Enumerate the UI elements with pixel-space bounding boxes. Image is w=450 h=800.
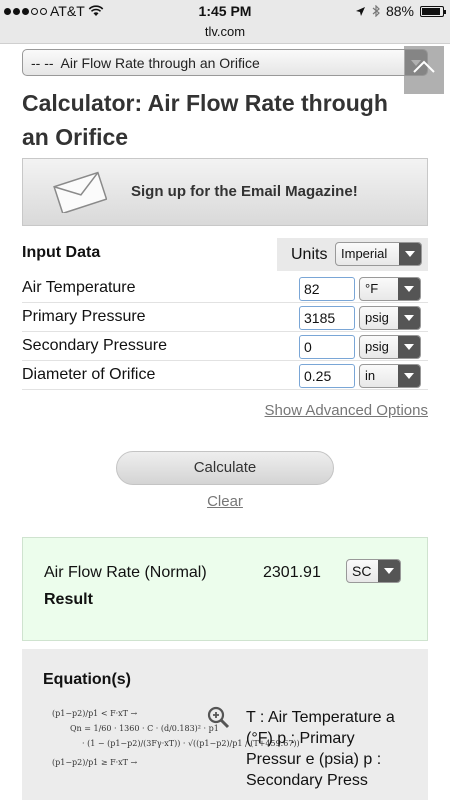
result-unit-select[interactable]: SC (346, 559, 401, 583)
url-text: tlv.com (204, 24, 246, 39)
chevron-down-icon (398, 307, 420, 329)
secondary-pressure-unit-value: psig (365, 339, 389, 354)
page-title: Calculator: Air Flow Rate through an Ori… (22, 90, 388, 150)
secondary-pressure-row: Secondary Pressure psig (22, 332, 428, 361)
air-temperature-input[interactable] (299, 277, 355, 301)
location-arrow-icon (355, 6, 365, 16)
calculate-button[interactable]: Calculate (116, 451, 334, 485)
units-select[interactable]: Imperial (335, 242, 422, 266)
air-temperature-unit-value: °F (365, 281, 379, 296)
primary-pressure-row: Primary Pressure psig (22, 303, 428, 332)
chevron-down-icon (398, 365, 420, 387)
equation-variable-legend: T : Air Temperature a (°F) p : Primary P… (246, 709, 395, 789)
clear-link[interactable]: Clear (0, 493, 450, 510)
chevron-down-icon (398, 278, 420, 300)
status-right: 88% (355, 3, 446, 19)
primary-pressure-unit-select[interactable]: psig (359, 306, 421, 330)
air-temperature-row: Air Temperature °F (22, 274, 428, 303)
chevron-up-icon (413, 60, 435, 73)
email-magazine-label: Sign up for the Email Magazine! (131, 183, 358, 200)
primary-pressure-input[interactable] (299, 306, 355, 330)
chevron-down-icon (398, 336, 420, 358)
units-label: Units (291, 246, 328, 263)
diameter-of-orifice-unit-value: in (365, 368, 376, 383)
equations-heading: Equation(s) (43, 671, 131, 688)
chevron-down-icon (399, 243, 421, 265)
air-temperature-unit-select[interactable]: °F (359, 277, 421, 301)
units-panel: Units Imperial (277, 238, 428, 271)
result-unit-value: SC (352, 563, 372, 579)
units-select-value: Imperial (341, 246, 388, 261)
result-heading: Result (44, 591, 93, 608)
diameter-of-orifice-unit-select[interactable]: in (359, 364, 421, 388)
primary-pressure-unit-value: psig (365, 310, 389, 325)
diameter-of-orifice-input[interactable] (299, 364, 355, 388)
air-temperature-label: Air Temperature (22, 279, 136, 296)
chevron-down-icon (378, 560, 400, 582)
secondary-pressure-label: Secondary Pressure (22, 337, 167, 354)
calculator-select[interactable]: -- -- Air Flow Rate through an Orifice (22, 49, 428, 76)
bluetooth-icon (372, 5, 380, 17)
secondary-pressure-unit-select[interactable]: psig (359, 335, 421, 359)
air-flow-rate-value: 2301.91 (263, 564, 321, 581)
diameter-of-orifice-row: Diameter of Orifice in (22, 361, 428, 390)
battery-icon (420, 5, 446, 17)
battery-percent: 88% (385, 3, 414, 19)
input-data-heading: Input Data (22, 244, 101, 261)
status-bar: AT&T 1:45 PM 88% (0, 0, 450, 22)
url-bar[interactable]: tlv.com (0, 22, 450, 44)
calculator-select-value: -- -- Air Flow Rate through an Orifice (31, 55, 260, 71)
show-advanced-options-link[interactable]: Show Advanced Options (265, 402, 428, 419)
envelope-icon (53, 171, 107, 213)
email-magazine-banner[interactable]: Sign up for the Email Magazine! (22, 158, 428, 226)
diameter-of-orifice-label: Diameter of Orifice (22, 366, 156, 383)
air-flow-rate-label: Air Flow Rate (Normal) (44, 564, 207, 581)
primary-pressure-label: Primary Pressure (22, 308, 146, 325)
zoom-in-icon[interactable] (206, 705, 230, 729)
equations-panel: Equation(s) (p1−p2)/p1 < F·xT → Qn = 1/6… (22, 649, 428, 800)
secondary-pressure-input[interactable] (299, 335, 355, 359)
result-panel: Air Flow Rate (Normal) 2301.91 SC Result (22, 537, 428, 641)
